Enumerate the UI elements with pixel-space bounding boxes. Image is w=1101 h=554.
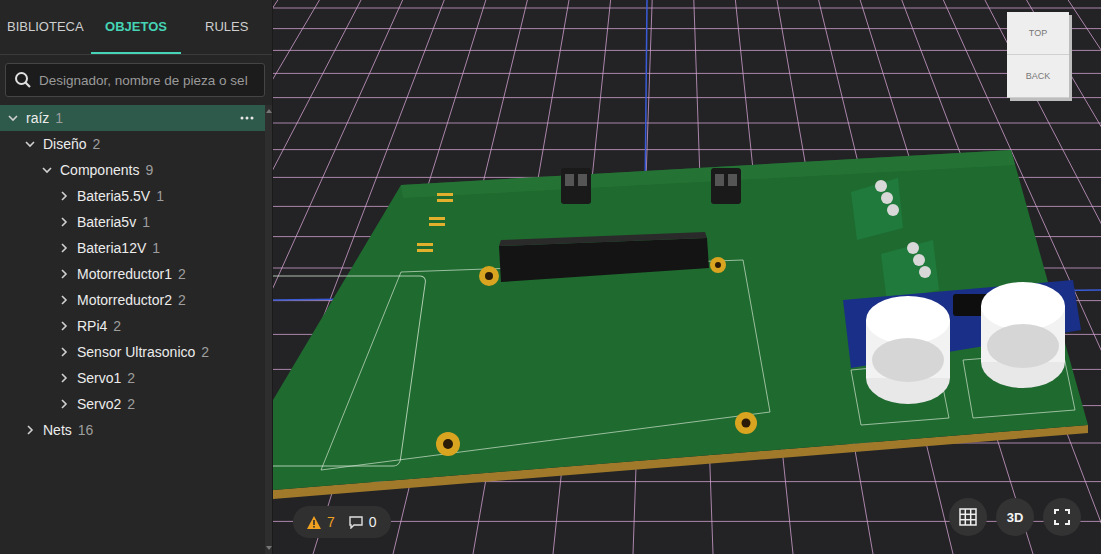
tree-item[interactable]: Bateria5.5V 1	[0, 183, 265, 209]
tab[interactable]: OBJETOS	[91, 0, 182, 54]
object-tree: raíz1Diseño2Components9Bateria5.5V1Bater…	[0, 105, 272, 554]
comment-icon	[349, 516, 363, 529]
more-icon[interactable]	[239, 115, 255, 121]
chevron-right-icon[interactable]	[23, 423, 37, 437]
tree-label: Bateria5.5V	[77, 188, 150, 204]
tree-count: 2	[93, 136, 101, 152]
pcb-editor: BIBLIOTECAOBJETOSRULES Designador, nombre…	[0, 0, 1101, 554]
chevron-right-icon[interactable]	[57, 345, 71, 359]
tree-count: 2	[178, 292, 186, 308]
tree-label: Servo1	[77, 370, 121, 386]
tree-count: 2	[201, 344, 209, 360]
tab[interactable]: RULES	[181, 0, 272, 54]
tree-label: Servo2	[77, 396, 121, 412]
sidebar: BIBLIOTECAOBJETOSRULES Designador, nombre…	[0, 0, 273, 554]
warning-count: 7	[327, 514, 335, 530]
tree-label: Diseño	[43, 136, 87, 152]
chevron-right-icon[interactable]	[57, 189, 71, 203]
chevron-right-icon[interactable]	[57, 267, 71, 281]
tab-bar: BIBLIOTECAOBJETOSRULES	[0, 0, 272, 55]
header-connector[interactable]	[499, 232, 709, 282]
tree-label: Sensor Ultrasonico	[77, 344, 195, 360]
tree-label: Nets	[43, 422, 72, 438]
tree-count: 2	[127, 370, 135, 386]
tree-count: 1	[152, 240, 160, 256]
chevron-right-icon[interactable]	[57, 371, 71, 385]
tree-count: 16	[78, 422, 94, 438]
tree-item[interactable]: Bateria5v 1	[0, 209, 265, 235]
scroll-down-icon[interactable]	[266, 546, 272, 550]
search-field[interactable]: Designador, nombre de pieza o sel	[5, 63, 265, 97]
tree-count: 1	[156, 188, 164, 204]
cube-face[interactable]: BACK	[1007, 55, 1069, 98]
chevron-down-icon[interactable]	[40, 163, 54, 177]
tree-item[interactable]: Components 9	[0, 157, 265, 183]
tree-label: Motorreductor2	[77, 292, 172, 308]
tree-item[interactable]: raíz 1	[0, 105, 265, 131]
chevron-right-icon[interactable]	[57, 241, 71, 255]
tree-label: RPi4	[77, 318, 107, 334]
tree-label: Bateria5v	[77, 214, 136, 230]
chevron-right-icon[interactable]	[57, 397, 71, 411]
grid-icon	[959, 508, 977, 526]
view-cube[interactable]: TOPBACK	[1007, 12, 1069, 98]
chevron-down-icon[interactable]	[23, 137, 37, 151]
scene[interactable]	[273, 0, 1101, 554]
small-connectors[interactable]	[561, 168, 741, 204]
tree-item[interactable]: Sensor Ultrasonico 2	[0, 339, 265, 365]
tree-count: 2	[178, 266, 186, 282]
tree-item[interactable]: Motorreductor2 2	[0, 287, 265, 313]
tree-count: 1	[142, 214, 150, 230]
3d-viewport[interactable]: TOPBACK703D	[273, 0, 1101, 554]
tab[interactable]: BIBLIOTECA	[0, 0, 91, 54]
tree-label: Bateria12V	[77, 240, 146, 256]
search-icon	[14, 71, 32, 89]
tree-label: Motorreductor1	[77, 266, 172, 282]
tree-count: 2	[113, 318, 121, 334]
pad-marks	[417, 193, 453, 252]
tree-item[interactable]: Servo1 2	[0, 365, 265, 391]
tree-item[interactable]: Servo2 2	[0, 391, 265, 417]
tree-count: 1	[55, 110, 63, 126]
mounting-holes	[436, 257, 757, 456]
tree-label: Components	[60, 162, 139, 178]
tree-item[interactable]: Diseño 2	[0, 131, 265, 157]
comment-count: 0	[369, 514, 377, 530]
tree-label: raíz	[26, 110, 49, 126]
tree-item[interactable]: Bateria12V 1	[0, 235, 265, 261]
scroll-up-icon[interactable]	[266, 109, 272, 113]
tree-item[interactable]: RPi4 2	[0, 313, 265, 339]
text-button[interactable]: 3D	[996, 498, 1034, 536]
fullscreen-button[interactable]	[1043, 498, 1081, 536]
chevron-down-icon[interactable]	[6, 111, 20, 125]
tree-count: 2	[127, 396, 135, 412]
view-controls: 3D	[949, 498, 1081, 536]
ultrasonic-sensor[interactable]	[843, 280, 1081, 404]
warning-icon	[307, 516, 321, 529]
terminal-blocks[interactable]	[851, 178, 939, 302]
chevron-right-icon[interactable]	[57, 215, 71, 229]
grid	[273, 0, 1101, 554]
cube-face[interactable]: TOP	[1007, 12, 1069, 55]
chevron-right-icon[interactable]	[57, 293, 71, 307]
fullscreen-icon	[1054, 509, 1070, 525]
grid-button[interactable]	[949, 498, 987, 536]
tree-item[interactable]: Nets 16	[0, 417, 265, 443]
tree-item[interactable]: Motorreductor1 2	[0, 261, 265, 287]
scrollbar[interactable]	[265, 105, 272, 554]
tree-count: 9	[145, 162, 153, 178]
pcb-board[interactable]	[273, 150, 1088, 499]
search-placeholder: Designador, nombre de pieza o sel	[39, 73, 248, 88]
chevron-right-icon[interactable]	[57, 319, 71, 333]
status-pill[interactable]: 70	[293, 506, 391, 538]
